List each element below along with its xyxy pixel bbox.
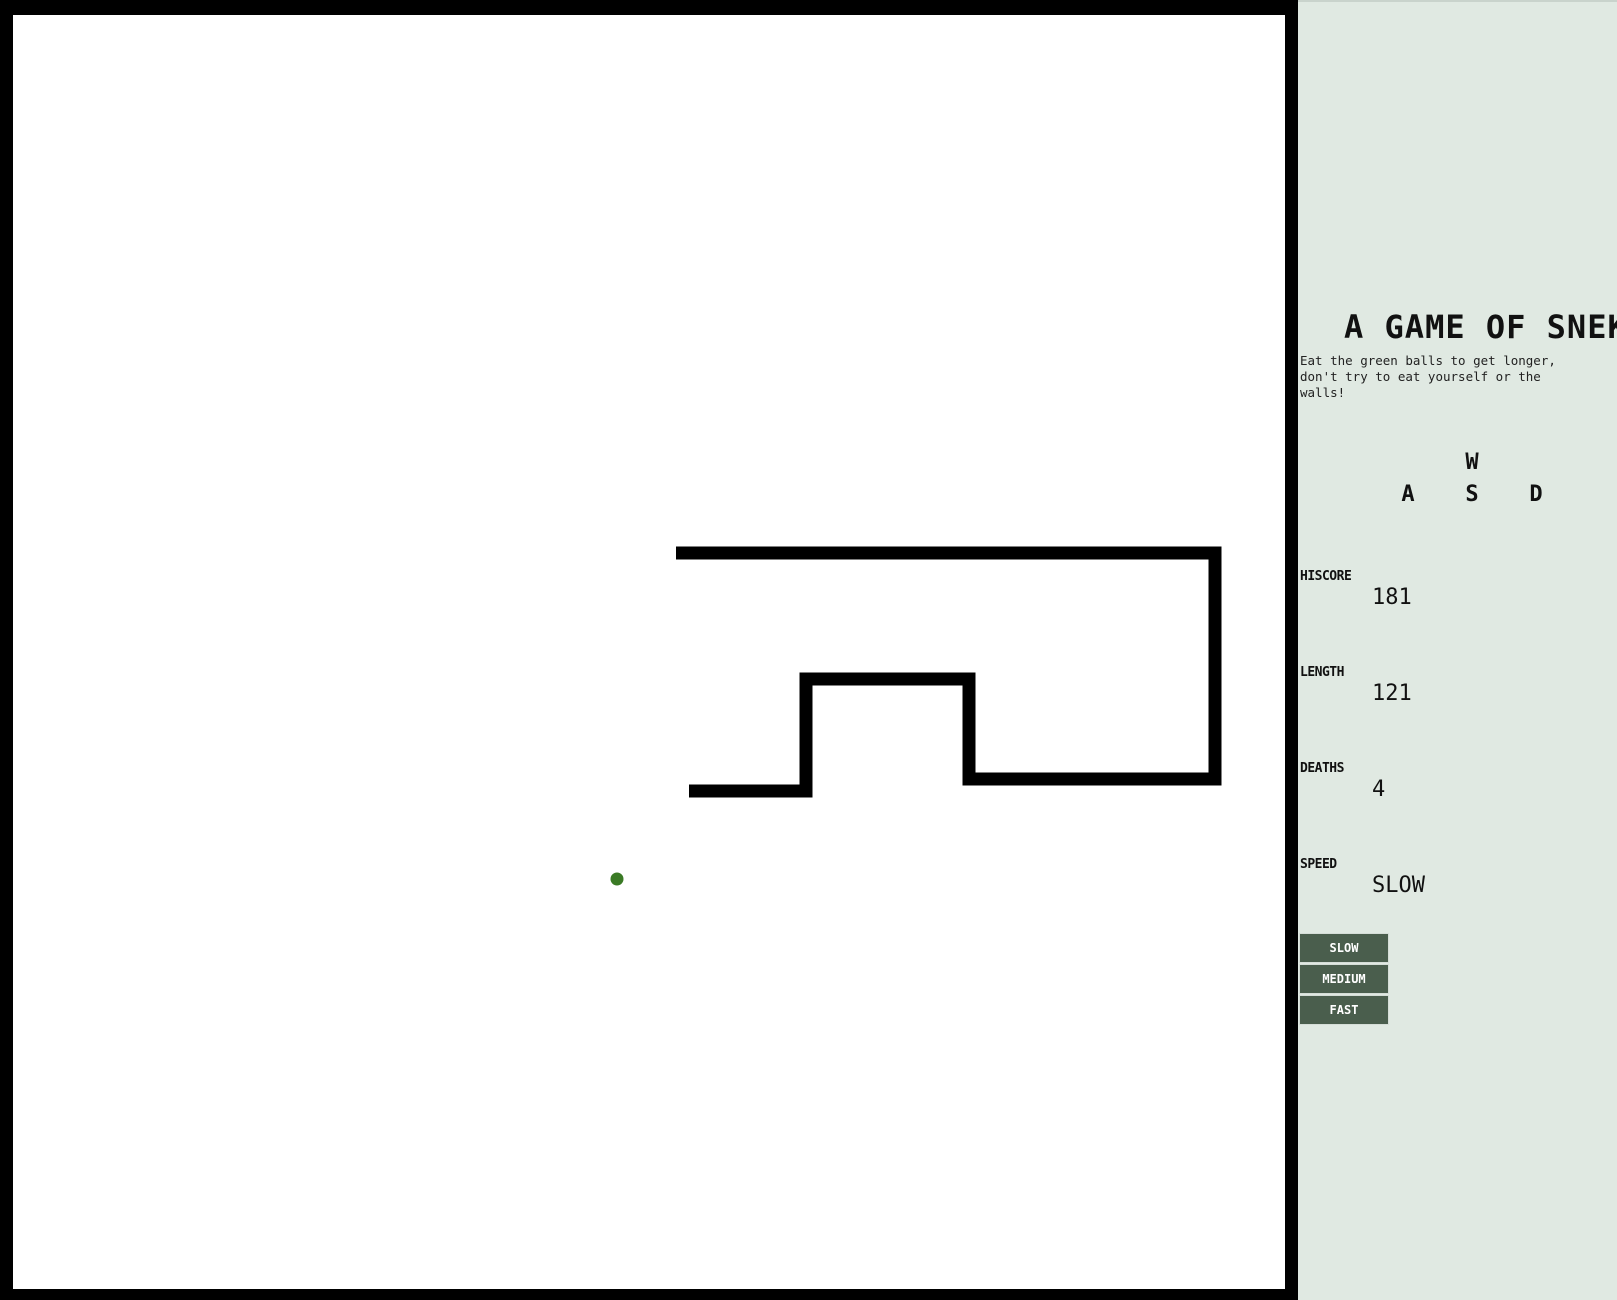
deaths-label: DEATHS [1300, 761, 1344, 776]
length-value: 121 [1372, 681, 1412, 706]
medium-button[interactable]: MEDIUM [1299, 964, 1389, 994]
game-title: A GAME OF SNEK [1344, 308, 1617, 346]
game-board-wall [0, 0, 1298, 1300]
hiscore-label: HISCORE [1300, 569, 1352, 584]
game-board-canvas [610, 546, 1222, 886]
snake-body [676, 546, 1222, 798]
speed-value: SLOW [1372, 873, 1425, 898]
key-left: A [1401, 482, 1415, 507]
length-label: LENGTH [1300, 665, 1344, 680]
game-board[interactable] [13, 15, 1285, 1289]
fast-button[interactable]: FAST [1299, 995, 1389, 1025]
key-up: W [1465, 450, 1479, 475]
hiscore-value: 181 [1372, 585, 1412, 610]
food-ball [610, 872, 624, 886]
sidebar: A GAME OF SNEK Eat the green balls to ge… [1298, 0, 1617, 1300]
slow-button[interactable]: SLOW [1299, 933, 1389, 963]
snek-app: A GAME OF SNEK Eat the green balls to ge… [0, 0, 1617, 1300]
game-instructions: Eat the green balls to get longer, don't… [1300, 353, 1556, 400]
deaths-value: 4 [1372, 777, 1386, 802]
key-down: S [1465, 482, 1479, 507]
speed-label: SPEED [1300, 857, 1337, 872]
key-right: D [1529, 482, 1543, 507]
